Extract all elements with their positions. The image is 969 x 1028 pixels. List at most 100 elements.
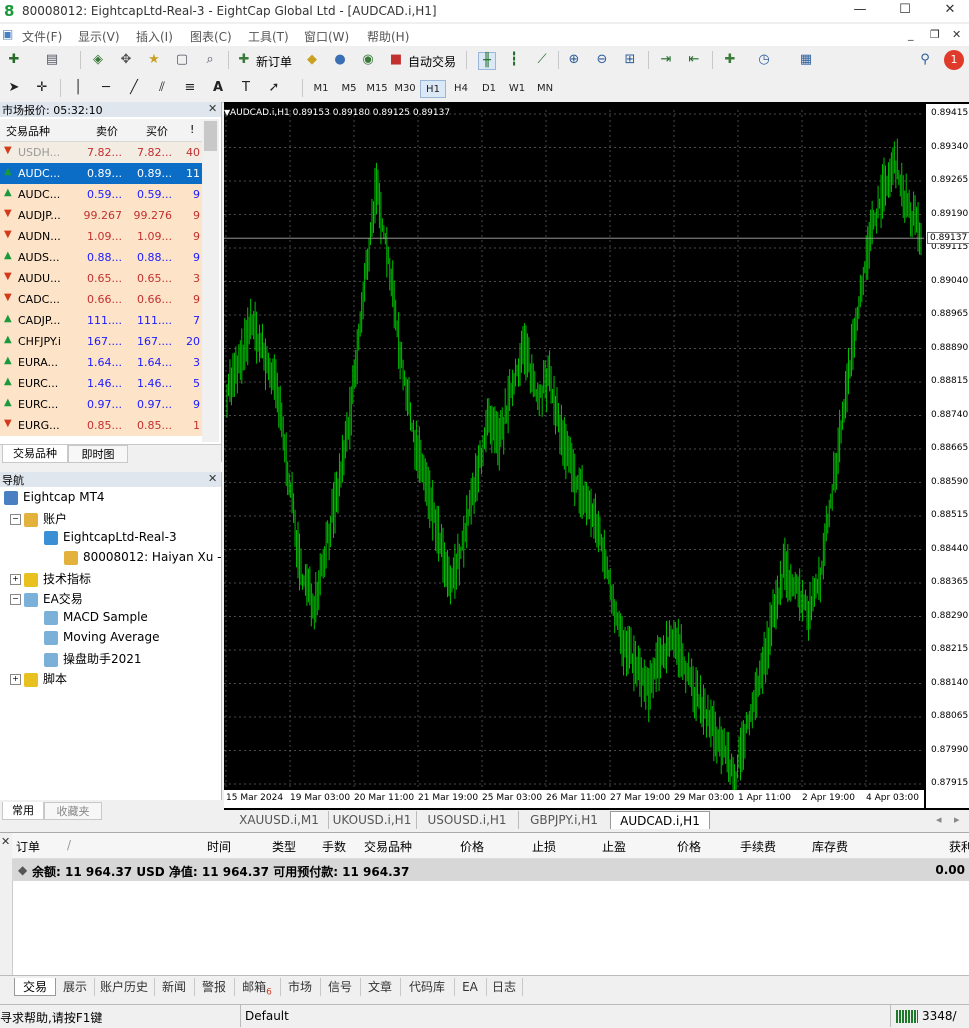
timeframe-h1[interactable]: H1 bbox=[420, 80, 446, 98]
tab-symbols[interactable]: 交易品种 bbox=[2, 445, 68, 463]
terminal-tab[interactable]: 邮箱6 bbox=[234, 978, 281, 997]
terminal-column[interactable]: 类型 bbox=[272, 838, 296, 855]
navigator-item[interactable]: − EA交易 bbox=[10, 590, 83, 610]
market-watch-row[interactable]: ▲ EURC... 0.97... 0.97... 9 bbox=[0, 394, 202, 416]
periods-icon[interactable]: ◷ bbox=[756, 52, 772, 68]
market-watch-row[interactable]: ▼ CADC... 0.66... 0.66... 9 bbox=[0, 289, 202, 311]
tab-common[interactable]: 常用 bbox=[2, 802, 44, 820]
menu-item-0[interactable]: 文件(F) bbox=[22, 28, 62, 45]
menu-item-1[interactable]: 显示(V) bbox=[78, 28, 120, 45]
market-watch-close-icon[interactable]: ✕ bbox=[208, 102, 217, 115]
tab-tick-chart[interactable]: 即时图 bbox=[68, 445, 128, 463]
terminal-column[interactable]: 获利 bbox=[949, 838, 969, 855]
terminal-tab[interactable]: 文章 bbox=[360, 978, 401, 996]
line-chart-icon[interactable]: ⟋ bbox=[534, 52, 550, 68]
mdi-restore-button[interactable]: ❐ bbox=[930, 28, 940, 41]
arrows-icon[interactable]: ➚ bbox=[266, 80, 282, 96]
tab-scroll-left-icon[interactable]: ◂ bbox=[936, 813, 942, 826]
terminal-column[interactable]: 手数 bbox=[322, 838, 346, 855]
terminal-tab[interactable]: 警报 bbox=[194, 978, 235, 996]
expand-icon[interactable]: + bbox=[10, 674, 21, 685]
notification-badge[interactable]: 1 bbox=[944, 50, 964, 70]
timeframe-m30[interactable]: M30 bbox=[392, 80, 418, 98]
navigator-item[interactable]: Moving Average bbox=[44, 630, 159, 650]
market-watch-row[interactable]: ▲ AUDC... 0.59... 0.59... 9 bbox=[0, 184, 202, 206]
data-window-icon[interactable]: ✥ bbox=[118, 52, 134, 68]
chart-tab[interactable]: XAUUSD.i,M1 bbox=[230, 811, 329, 829]
terminal-column[interactable]: 交易品种 bbox=[364, 838, 412, 855]
new-order-button[interactable]: 新订单 bbox=[256, 53, 292, 70]
fibonacci-icon[interactable]: ≡ bbox=[182, 80, 198, 96]
terminal-tab[interactable]: EA bbox=[454, 978, 487, 996]
terminal-tab[interactable]: 账户历史 bbox=[94, 978, 155, 996]
terminal-icon[interactable]: ▢ bbox=[174, 52, 190, 68]
menu-item-4[interactable]: 工具(T) bbox=[248, 28, 289, 45]
market-watch-row[interactable]: ▼ EURG... 0.85... 0.85... 1 bbox=[0, 415, 202, 437]
chart-tab[interactable]: UKOUSD.i,H1 bbox=[328, 811, 417, 829]
market-watch-row[interactable]: ▲ EURA... 1.64... 1.64... 3 bbox=[0, 352, 202, 374]
collapse-icon[interactable]: − bbox=[10, 594, 21, 605]
timeframe-m1[interactable]: M1 bbox=[308, 80, 334, 98]
terminal-column[interactable]: 价格 bbox=[460, 838, 484, 855]
expand-icon[interactable]: + bbox=[10, 574, 21, 585]
tab-favorites[interactable]: 收藏夹 bbox=[44, 802, 102, 820]
navigator-item[interactable]: Eightcap MT4 bbox=[4, 490, 105, 510]
timeframe-w1[interactable]: W1 bbox=[504, 80, 530, 98]
timeframe-d1[interactable]: D1 bbox=[476, 80, 502, 98]
timeframe-h4[interactable]: H4 bbox=[448, 80, 474, 98]
timeframe-m5[interactable]: M5 bbox=[336, 80, 362, 98]
chart-tab[interactable]: GBPJPY.i,H1 bbox=[518, 811, 611, 829]
collapse-icon[interactable]: − bbox=[10, 514, 21, 525]
tab-scroll-right-icon[interactable]: ▸ bbox=[954, 813, 960, 826]
mdi-minimize-button[interactable]: _ bbox=[908, 28, 914, 41]
terminal-tab[interactable]: 市场 bbox=[280, 978, 321, 996]
col-bid[interactable]: 卖价 bbox=[96, 123, 118, 139]
zoom-out-icon[interactable]: ⊖ bbox=[594, 52, 610, 68]
market-watch-row[interactable]: ▼ AUDJP... 99.267 99.276 9 bbox=[0, 205, 202, 227]
navigator-close-icon[interactable]: ✕ bbox=[208, 472, 217, 485]
market-watch-row[interactable]: ▼ AUDU... 0.65... 0.65... 3 bbox=[0, 268, 202, 290]
terminal-column[interactable]: 价格 bbox=[677, 838, 701, 855]
navigator-item[interactable]: 80008012: Haiyan Xu - bbox=[64, 550, 222, 570]
chart-window[interactable]: AUDCAD.i,H1 0.89153 0.89180 0.89125 0.89… bbox=[224, 102, 969, 810]
navigator-item[interactable]: 操盘助手2021 bbox=[44, 650, 142, 670]
horizontal-line-icon[interactable]: ─ bbox=[98, 80, 114, 96]
templates-icon[interactable]: ▦ bbox=[798, 52, 814, 68]
menu-item-6[interactable]: 帮助(H) bbox=[367, 28, 409, 45]
profiles-icon[interactable]: ▤ bbox=[44, 52, 60, 68]
maximize-button[interactable]: ☐ bbox=[890, 2, 920, 20]
status-profile[interactable]: Default bbox=[245, 1009, 289, 1023]
autoscroll-icon[interactable]: ⇥ bbox=[658, 52, 674, 68]
metaeditor-icon[interactable]: ◆ bbox=[304, 52, 320, 68]
market-watch-row[interactable]: ▲ CADJP... 111.... 111.... 7 bbox=[0, 310, 202, 332]
text-label-icon[interactable]: T bbox=[238, 80, 254, 96]
timeframe-mn[interactable]: MN bbox=[532, 80, 558, 98]
scrollbar-thumb[interactable] bbox=[204, 121, 217, 151]
menu-item-2[interactable]: 插入(I) bbox=[136, 28, 173, 45]
terminal-column[interactable]: 手续费 bbox=[740, 838, 776, 855]
terminal-column[interactable]: 止损 bbox=[532, 838, 556, 855]
col-spread[interactable]: ! bbox=[190, 123, 194, 136]
market-watch-row[interactable]: ▲ AUDS... 0.88... 0.88... 9 bbox=[0, 247, 202, 269]
terminal-column[interactable]: 止盈 bbox=[602, 838, 626, 855]
auto-trading-button[interactable]: 自动交易 bbox=[408, 53, 456, 70]
navigator-item[interactable]: + 技术指标 bbox=[10, 570, 91, 590]
navigator-item[interactable]: MACD Sample bbox=[44, 610, 148, 630]
minimize-button[interactable]: — bbox=[845, 2, 875, 20]
navigator-item[interactable]: EightcapLtd-Real-3 bbox=[44, 530, 177, 550]
market-watch-row[interactable]: ▲ CHFJPY.i 167.... 167.... 20 bbox=[0, 331, 202, 353]
price-chart[interactable]: AUDCAD.i,H1 0.89153 0.89180 0.89125 0.89… bbox=[224, 102, 969, 810]
signals-icon[interactable]: ◉ bbox=[360, 52, 376, 68]
col-ask[interactable]: 买价 bbox=[146, 123, 168, 139]
navigator-item[interactable]: + 脚本 bbox=[10, 670, 67, 690]
indicators-icon[interactable]: ✚ bbox=[722, 52, 738, 68]
menu-item-5[interactable]: 窗口(W) bbox=[304, 28, 349, 45]
market-watch-icon[interactable]: ◈ bbox=[90, 52, 106, 68]
candlestick-icon[interactable]: ┇ bbox=[506, 52, 522, 68]
chart-tab[interactable]: AUDCAD.i,H1 bbox=[610, 811, 710, 829]
mdi-close-button[interactable]: ✕ bbox=[952, 28, 961, 41]
terminal-close-icon[interactable]: ✕ bbox=[1, 835, 10, 848]
terminal-column[interactable]: 时间 bbox=[207, 838, 231, 855]
terminal-tab[interactable]: 交易 bbox=[14, 978, 56, 996]
vertical-line-icon[interactable]: │ bbox=[70, 80, 86, 96]
